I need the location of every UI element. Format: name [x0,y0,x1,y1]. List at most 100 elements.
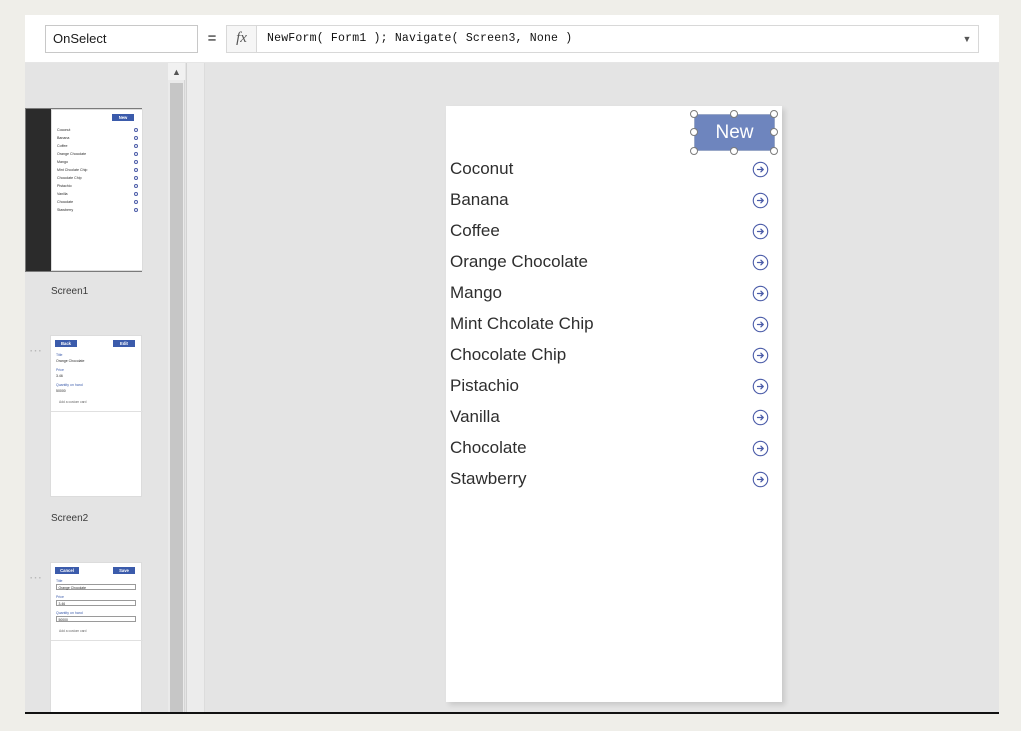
gallery-item[interactable]: Mint Chcolate Chip [446,311,782,342]
gallery-item[interactable]: Chocolate [446,435,782,466]
circle-arrow-right-icon [134,184,138,188]
gallery-item-label: Vanilla [450,407,500,426]
fx-icon: fx [226,24,256,53]
mini-add-card: Add a custom card [59,400,87,404]
gallery-item[interactable]: Orange Chocolate [446,249,782,280]
mini-field-input: 50000 [56,616,136,622]
mini-field-input: 3.46 [56,600,136,606]
mini-field-label: Price [56,595,64,599]
mini-field-value: Orange Chocolate [58,585,87,590]
mini-field-value: 50000 [56,389,66,393]
gallery-item[interactable]: Banana [446,187,782,218]
circle-arrow-right-icon[interactable] [752,378,769,395]
circle-arrow-right-icon [134,152,138,156]
property-select[interactable]: OnSelect [45,24,198,53]
gallery-item-label: Orange Chocolate [450,252,588,271]
equals-sign: = [207,30,217,47]
mini-field-value: 50000 [58,617,68,622]
screen2-thumb-phone[interactable]: Back Edit Title Orange Chocolate Price 3… [50,335,143,497]
resize-handle-sw[interactable] [690,147,698,155]
mini-divider [51,411,143,412]
circle-arrow-right-icon [134,144,138,148]
chevron-up-icon[interactable]: ▲ [168,63,185,80]
gallery-item[interactable]: Pistachio [446,373,782,404]
sidebar-item-screen2[interactable]: ⋯ Back Edit Title Orange Chocolate Price… [25,335,168,565]
mini-divider [51,640,143,641]
mini-list-item: Pistachio [57,184,72,188]
circle-arrow-right-icon[interactable] [752,223,769,240]
circle-arrow-right-icon[interactable] [752,471,769,488]
screen3-thumb-phone[interactable]: Cancel Save Title Orange Chocolate Price… [50,562,143,712]
mini-add-card: Add a custom card [59,629,87,633]
circle-arrow-right-icon [134,176,138,180]
gallery-item[interactable]: Coconut [446,156,782,187]
sidebar-item-screen3[interactable]: ⋯ Cancel Save Title Orange Chocolate Pri… [25,562,168,712]
new-button[interactable]: New [695,115,774,150]
mini-field-label: Quantity on hand [56,383,83,387]
phone-canvas[interactable]: New Coconut Banana Coffee Orange Chocola… [446,106,782,702]
formula-input[interactable]: NewForm( Form1 ); Navigate( Screen3, Non… [257,32,956,45]
mini-list-item: Chocolate Chip [57,176,82,180]
ellipsis-icon[interactable]: ⋯ [29,571,43,584]
scrollbar-thumb[interactable] [170,83,183,712]
circle-arrow-right-icon[interactable] [752,409,769,426]
mini-list-item: Orange Chocolate [57,152,87,156]
canvas-area[interactable]: New Coconut Banana Coffee Orange Chocola… [186,63,999,712]
circle-arrow-right-icon[interactable] [752,440,769,457]
mini-field-label: Title [56,353,63,357]
circle-arrow-right-icon [134,192,138,196]
mini-list-item: Banana [57,136,70,140]
resize-handle-se[interactable] [770,147,778,155]
gallery-item-label: Coffee [450,221,500,240]
gallery-item[interactable]: Vanilla [446,404,782,435]
gallery-item[interactable]: Chocolate Chip [446,342,782,373]
gallery-item[interactable]: Coffee [446,218,782,249]
sidebar-scrollbar[interactable]: ▲ [168,63,185,712]
sidebar-item-screen1[interactable]: ⋯ New Coconut Banana Coffee Orange Choco… [25,108,168,338]
gallery-item[interactable]: Stawberry [446,466,782,497]
mini-edit-button: Edit [113,340,135,347]
formula-input-wrap[interactable]: NewForm( Form1 ); Navigate( Screen3, Non… [256,24,979,53]
resize-handle-e[interactable] [770,128,778,136]
mini-list-item: Chocolate [57,200,74,204]
mini-field-value: 3.46 [58,601,66,606]
workspace: ⋯ New Coconut Banana Coffee Orange Choco… [25,63,999,712]
screen1-thumb-phone: New Coconut Banana Coffee Orange Chocola… [51,109,143,271]
mini-field-label: Title [56,579,63,583]
sidebar-item-label: Screen1 [51,286,89,297]
circle-arrow-right-icon[interactable] [752,285,769,302]
circle-arrow-right-icon[interactable] [752,254,769,271]
circle-arrow-right-icon[interactable] [752,347,769,364]
mini-field-input: Orange Chocolate [56,584,136,590]
circle-arrow-right-icon[interactable] [752,161,769,178]
resize-handle-w[interactable] [690,128,698,136]
circle-arrow-right-icon [134,200,138,204]
circle-arrow-right-icon [134,160,138,164]
mini-field-label: Price [56,368,64,372]
gallery-item[interactable]: Mango [446,280,782,311]
mini-list-item: Coconut [57,128,71,132]
mini-new-button: New [112,114,134,121]
mini-list-item: Mint Chcolate Chip [57,168,88,172]
gallery-item-label: Banana [450,190,509,209]
gallery-item-label: Mango [450,283,502,302]
mini-save-button: Save [113,567,135,574]
gallery-item-label: Pistachio [450,376,519,395]
circle-arrow-right-icon[interactable] [752,316,769,333]
ellipsis-icon[interactable]: ⋯ [29,344,43,357]
screens-sidebar: ⋯ New Coconut Banana Coffee Orange Choco… [25,63,168,712]
resize-handle-nw[interactable] [690,110,698,118]
screen1-thumb-frame[interactable]: New Coconut Banana Coffee Orange Chocola… [25,108,143,272]
resize-handle-n[interactable] [730,110,738,118]
gallery-item-label: Stawberry [450,469,527,488]
resize-handle-ne[interactable] [770,110,778,118]
formula-bar: OnSelect = fx NewForm( Form1 ); Navigate… [25,15,999,63]
mini-list-item: Stawberry [57,208,74,212]
circle-arrow-right-icon[interactable] [752,192,769,209]
property-select-wrap: OnSelect [45,24,198,53]
resize-handle-s[interactable] [730,147,738,155]
chevron-down-icon[interactable]: ▼ [956,34,978,44]
mini-list-item: Coffee [57,144,68,148]
gallery-item-label: Coconut [450,159,514,178]
mini-field-label: Quantity on hand [56,611,83,615]
